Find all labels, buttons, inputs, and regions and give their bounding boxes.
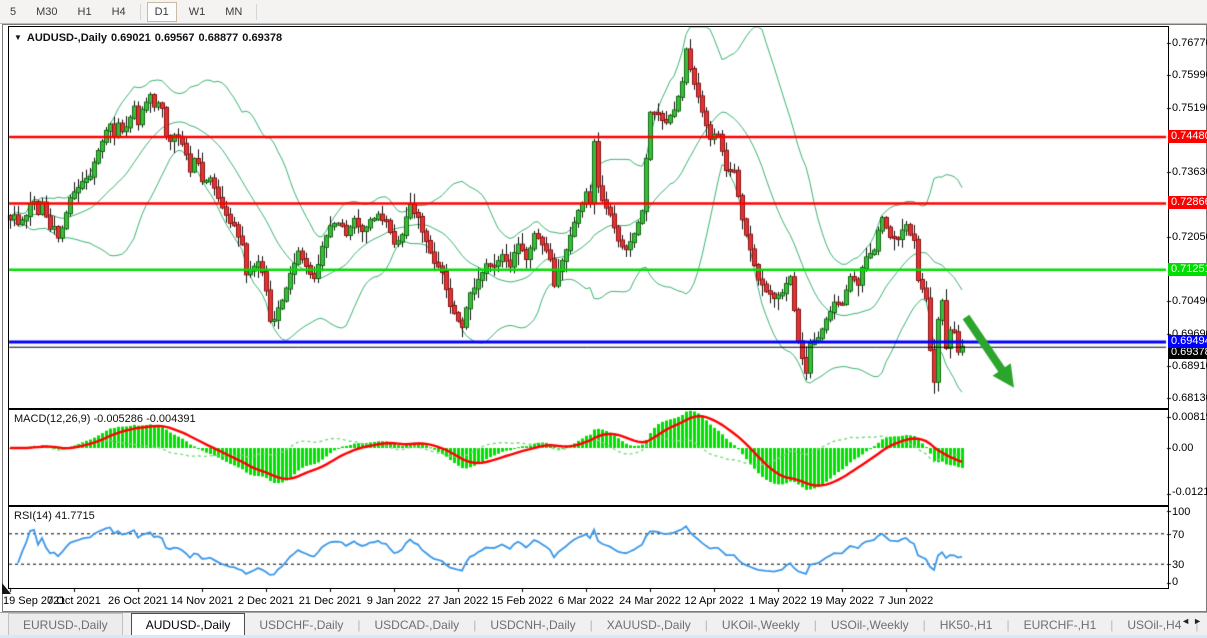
rsi-name: RSI(14) xyxy=(14,510,52,522)
price-tick-label: 0.73630 xyxy=(1172,166,1207,178)
macd-tick-label: -0.01212 xyxy=(1172,486,1207,498)
chevron-down-icon[interactable]: ▼ xyxy=(14,33,22,42)
symbol-tab-bar: EURUSD-,DailyAUDUSD-,DailyUSDCHF-,Daily|… xyxy=(0,612,1207,636)
chart-window: 5M30H1H4D1W1MN ▼AUDUSD-,Daily0.690210.69… xyxy=(0,0,1207,638)
date-tick-label: 7 Oct 2021 xyxy=(47,595,101,607)
price-level-badge: 0.72866 xyxy=(1168,196,1207,209)
symbol-label: AUDUSD-,Daily xyxy=(27,32,107,44)
rsi-tick-label: 70 xyxy=(1172,529,1184,541)
chart-tab-audusd[interactable]: AUDUSD-,Daily xyxy=(131,613,246,636)
tab-scroll-right-icon[interactable]: ► xyxy=(1193,616,1205,626)
open-value: 0.69021 xyxy=(111,32,151,44)
price-tick-label: 0.70490 xyxy=(1172,295,1207,307)
date-tick-label: 27 Jan 2022 xyxy=(428,595,489,607)
macd-signal-value: -0.004391 xyxy=(146,413,196,425)
high-value: 0.69567 xyxy=(155,32,195,44)
chart-title: ▼ AUDUSD-,Daily 0.69021 0.69567 0.688770.693… xyxy=(14,32,286,44)
chart-tab-usdchf[interactable]: USDCHF-,Daily xyxy=(245,613,357,636)
date-tick-label: 12 Apr 2022 xyxy=(684,595,743,607)
date-tick-label: 15 Feb 2022 xyxy=(491,595,553,607)
date-tick-label: 19 May 2022 xyxy=(810,595,874,607)
rsi-tick-label: 0 xyxy=(1172,576,1178,588)
date-tick-label: 26 Oct 2021 xyxy=(108,595,168,607)
date-tick-label: 6 Mar 2022 xyxy=(558,595,614,607)
tab-scroll-arrows[interactable]: ◄► xyxy=(1181,616,1205,626)
price-tick-label: 0.68910 xyxy=(1172,360,1207,372)
macd-label: MACD(12,26,9) -0.005286 -0.004391 xyxy=(14,413,196,425)
date-tick-label: 24 Mar 2022 xyxy=(619,595,681,607)
price-tick-label: 0.75190 xyxy=(1172,102,1207,114)
price-level-badge: 0.71251 xyxy=(1168,263,1207,276)
chart-tab-eurusd[interactable]: EURUSD-,Daily xyxy=(8,613,123,636)
price-level-badge: 0.74480 xyxy=(1168,130,1207,143)
price-level-badge: 0.69494 xyxy=(1168,335,1207,348)
price-tick-label: 0.72050 xyxy=(1172,231,1207,243)
chart-tab-eurchf[interactable]: EURCHF-,H1 xyxy=(1010,613,1111,636)
macd-name: MACD(12,26,9) xyxy=(14,413,90,425)
date-tick-label: 7 Jun 2022 xyxy=(879,595,933,607)
macd-main-value: -0.005286 xyxy=(93,413,143,425)
date-tick-label: 9 Jan 2022 xyxy=(367,595,421,607)
chart-tab-hk50[interactable]: HK50-,H1 xyxy=(926,613,1007,636)
date-tick-label: 14 Nov 2021 xyxy=(171,595,233,607)
chart-tab-xauusd[interactable]: XAUUSD-,Daily xyxy=(593,613,705,636)
price-tick-label: 0.75990 xyxy=(1172,69,1207,81)
chart-canvas[interactable] xyxy=(0,0,1207,638)
close-value: 0.69378 xyxy=(242,32,282,44)
rsi-tick-label: 100 xyxy=(1172,506,1190,518)
date-tick-label: 1 May 2022 xyxy=(749,595,806,607)
rsi-value: 41.7715 xyxy=(55,510,95,522)
low-value: 0.68877 xyxy=(199,32,239,44)
date-tick-label: 21 Dec 2021 xyxy=(299,595,361,607)
chart-tab-usoil[interactable]: USOil-,Weekly xyxy=(817,613,923,636)
price-tick-label: 0.68130 xyxy=(1172,392,1207,404)
tab-scroll-left-icon[interactable]: ◄ xyxy=(1181,616,1193,626)
macd-tick-label: 0.008197 xyxy=(1172,411,1207,423)
chart-tab-usdcad[interactable]: USDCAD-,Daily xyxy=(361,613,474,636)
date-tick-label: 2 Dec 2021 xyxy=(238,595,294,607)
price-tick-label: 0.76770 xyxy=(1172,37,1207,49)
chart-tab-ukoil[interactable]: UKOil-,Weekly xyxy=(708,613,814,636)
rsi-label: RSI(14) 41.7715 xyxy=(14,510,95,522)
rsi-tick-label: 30 xyxy=(1172,559,1184,571)
macd-tick-label: 0.00 xyxy=(1172,442,1193,454)
chart-tab-usdcnh[interactable]: USDCNH-,Daily xyxy=(476,613,589,636)
